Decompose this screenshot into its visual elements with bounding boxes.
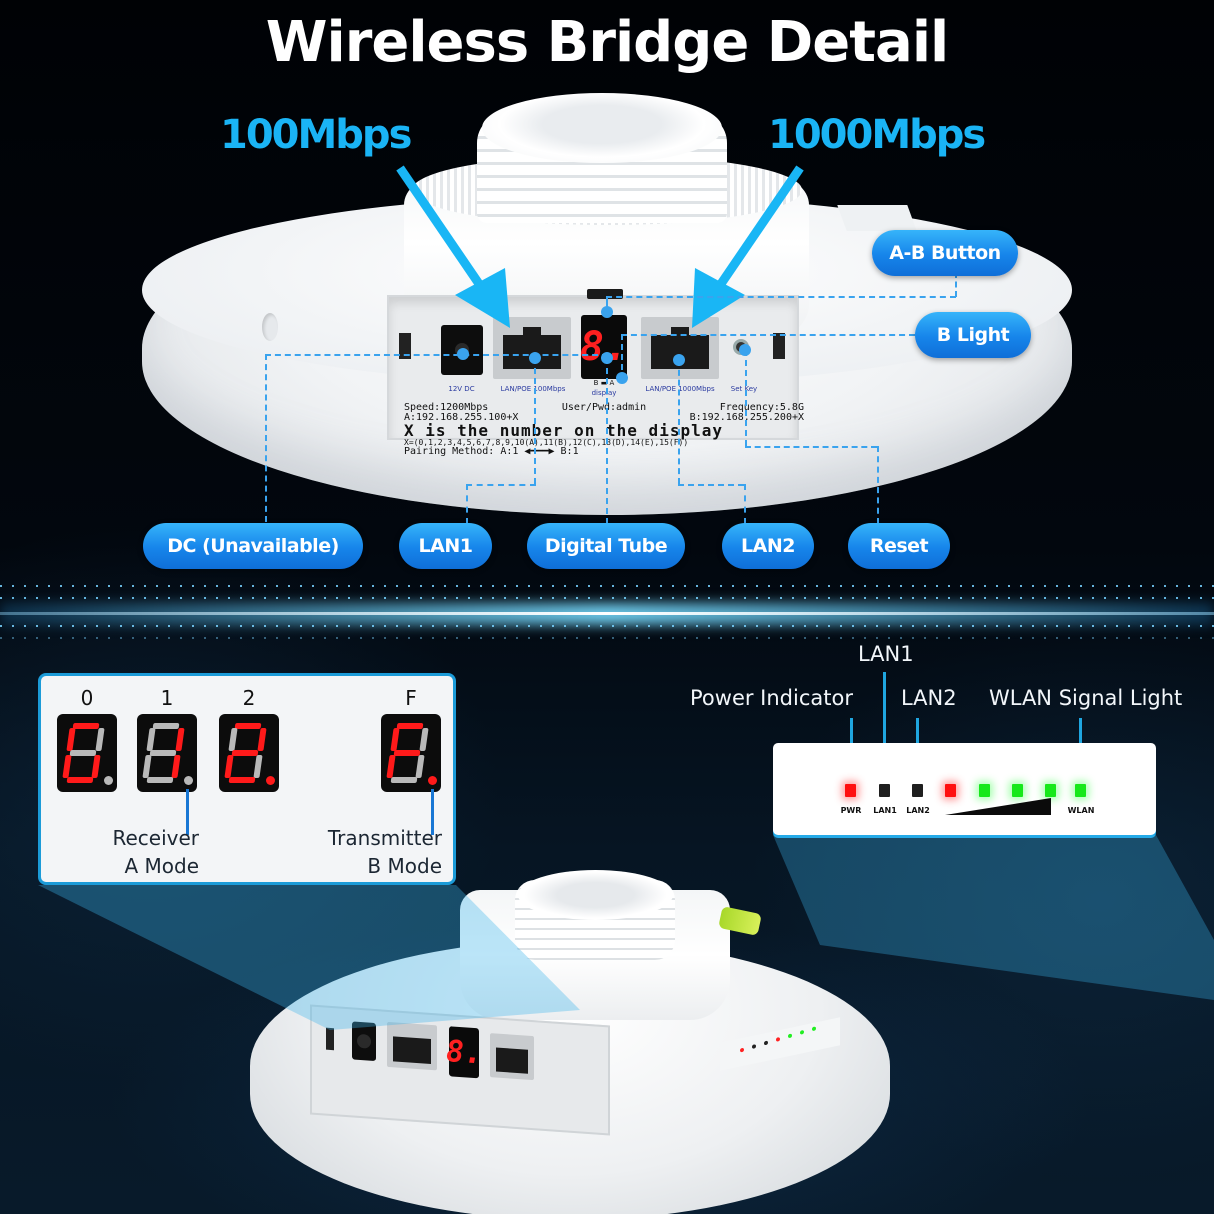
segment-c xyxy=(171,755,181,778)
led-signal-3 xyxy=(1012,784,1023,797)
callout-lan2: LAN2 xyxy=(722,523,814,569)
segment-e xyxy=(62,755,72,778)
mast-cap xyxy=(518,870,673,920)
callout-lan1: LAN1 xyxy=(399,523,492,569)
led-signal-2 xyxy=(979,784,990,797)
segment-a xyxy=(152,723,180,729)
segment-a xyxy=(396,723,424,729)
signal-strength-wedge xyxy=(945,798,1051,815)
segment-b xyxy=(175,728,185,751)
led-signal-4 xyxy=(1045,784,1056,797)
annotation-lan1: LAN1 xyxy=(858,642,914,666)
wireless-bridge-perspective-view: 8. xyxy=(250,870,890,1214)
seven-segment-digit xyxy=(137,714,197,792)
segment-d xyxy=(146,777,174,783)
digit-label: F xyxy=(405,686,417,710)
segment-b xyxy=(257,728,267,751)
decimal-point xyxy=(266,776,275,785)
segment-f xyxy=(228,728,238,751)
segment-c xyxy=(91,755,101,778)
receiver-caption: Receiver A Mode xyxy=(112,826,199,878)
led-signal-1 xyxy=(945,784,956,797)
callout-digital-tube: Digital Tube xyxy=(527,523,685,569)
seven-segment-digit xyxy=(219,714,279,792)
segment-g xyxy=(149,750,177,756)
leader-dc xyxy=(265,354,608,356)
annotation-power: Power Indicator xyxy=(690,686,853,710)
segment-a xyxy=(234,723,262,729)
segment-f xyxy=(66,728,76,751)
segment-d xyxy=(228,777,256,783)
segment-g xyxy=(393,750,421,756)
segment-e xyxy=(386,755,396,778)
led-lan2 xyxy=(912,784,923,797)
arrow-1000mbps xyxy=(692,165,804,328)
segment-g xyxy=(69,750,97,756)
callout-b-light: B Light xyxy=(915,312,1031,358)
led-label-lan2: LAN2 xyxy=(906,806,930,815)
segment-e xyxy=(142,755,152,778)
callout-reset: Reset xyxy=(848,523,950,569)
segment-d xyxy=(66,777,94,783)
led-indicator-panel xyxy=(773,743,1156,835)
digital-tube: 8. xyxy=(446,1026,482,1079)
segment-a xyxy=(72,723,100,729)
arrow-100mbps xyxy=(396,165,510,328)
annotation-wlan: WLAN Signal Light xyxy=(989,686,1183,710)
segment-d xyxy=(390,777,418,783)
dc-jack xyxy=(352,1021,376,1062)
leader-lan2 xyxy=(678,360,680,484)
segment-g xyxy=(231,750,259,756)
port-panel: 8. xyxy=(310,1004,610,1136)
led-wlan xyxy=(1075,784,1086,797)
segment-e xyxy=(224,755,234,778)
leader-digital-tube xyxy=(606,358,608,524)
leader-lan1 xyxy=(534,358,536,484)
leader-reset xyxy=(745,350,747,446)
digit-label: 1 xyxy=(160,686,174,710)
callout-dc: DC (Unavailable) xyxy=(143,523,363,569)
seven-segment-digit xyxy=(57,714,117,792)
segment-c xyxy=(253,755,263,778)
digit-label: 0 xyxy=(80,686,94,710)
segment-b xyxy=(95,728,105,751)
callout-ab-button: A-B Button xyxy=(872,230,1018,276)
lan1-port xyxy=(387,1021,437,1071)
decimal-point xyxy=(428,776,437,785)
lan2-port xyxy=(490,1033,534,1081)
seven-segment-digit xyxy=(381,714,441,792)
decimal-point xyxy=(184,776,193,785)
segment-f xyxy=(390,728,400,751)
segment-f xyxy=(146,728,156,751)
digital-tube-mode-panel: 012F Receiver A Mode Transmitter B Mode xyxy=(38,673,456,885)
led-label-wlan: WLAN xyxy=(1067,806,1095,815)
annotation-lan2: LAN2 xyxy=(901,686,957,710)
segment-b xyxy=(419,728,429,751)
led-pwr xyxy=(845,784,856,797)
segment-c xyxy=(415,755,425,778)
decimal-point xyxy=(104,776,113,785)
led-lan1 xyxy=(879,784,890,797)
digit-label: 2 xyxy=(242,686,256,710)
